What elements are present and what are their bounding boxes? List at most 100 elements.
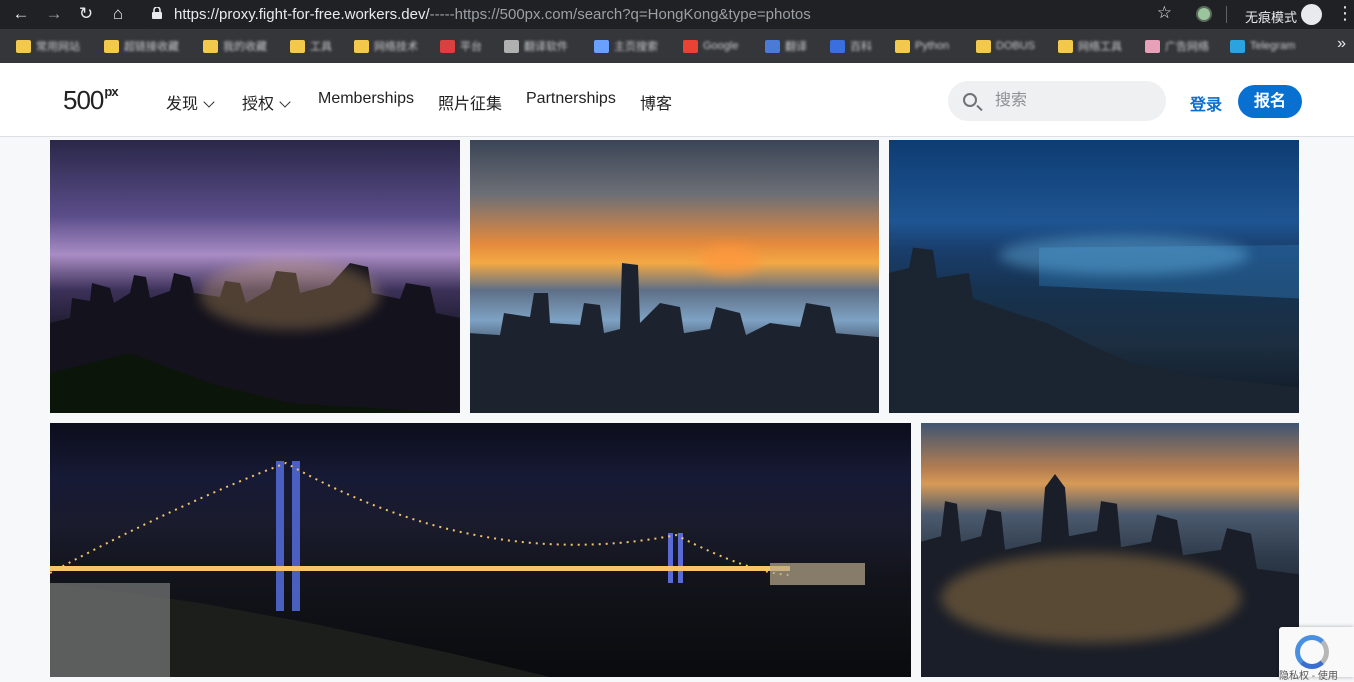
bookmark-item[interactable]: 翻译 — [765, 38, 807, 54]
reload-icon[interactable]: ↻ — [76, 4, 96, 24]
bookmark-folder-icon — [976, 39, 991, 53]
bookmark-label: 翻译软件 — [524, 41, 568, 53]
bookmark-label: Google — [703, 40, 739, 52]
bookmark-star-icon[interactable]: ☆ — [1157, 3, 1172, 23]
toolbar-divider — [1226, 6, 1227, 23]
back-icon[interactable]: ← — [11, 4, 31, 24]
bookmark-item[interactable]: 百科 — [830, 38, 872, 54]
bookmark-folder-icon — [440, 39, 455, 53]
bookmark-label: 工具 — [310, 41, 332, 53]
incognito-icon[interactable] — [1301, 4, 1322, 25]
bookmark-folder-icon — [1230, 39, 1245, 53]
bookmark-item[interactable]: Python — [895, 38, 949, 54]
harbour-lights — [999, 235, 1249, 275]
bookmark-item[interactable]: DOBUS — [976, 38, 1035, 54]
recaptcha-badge[interactable]: 隐私权 - 使用 — [1279, 627, 1354, 682]
bookmark-label: 常用网站 — [36, 41, 80, 53]
bookmark-folder-icon — [830, 39, 845, 53]
photo-tile[interactable] — [889, 140, 1299, 413]
site-logo[interactable]: 500px — [63, 84, 119, 116]
bookmark-folder-icon — [683, 39, 698, 53]
bookmark-label: Telegram — [1250, 40, 1296, 52]
bookmark-item[interactable]: 网络技术 — [354, 38, 418, 54]
bookmark-label: DOBUS — [996, 40, 1036, 52]
url-path: -----https://500px.com/search?q=HongKong… — [429, 6, 811, 23]
bookmark-label: 网络技术 — [374, 41, 418, 53]
bookmark-folder-icon — [104, 39, 119, 53]
bookmark-folder-icon — [16, 39, 31, 53]
address-bar[interactable]: https://proxy.fight-for-free.workers.dev… — [140, 2, 1186, 26]
bookmark-label: 百科 — [850, 41, 872, 53]
bookmark-label: 广告网络 — [1165, 41, 1209, 53]
sun-glow — [700, 245, 760, 275]
bookmark-label: 平台 — [460, 41, 482, 53]
nav-photo-quests-label: 照片征集 — [438, 96, 503, 113]
nav-discover[interactable]: 发现 — [166, 90, 215, 114]
bookmark-folder-icon — [504, 39, 519, 53]
bookmark-item[interactable]: 工具 — [290, 38, 332, 54]
bookmark-label: Python — [915, 40, 950, 52]
nav-blog[interactable]: 博客 — [640, 90, 672, 114]
nav-partnerships[interactable]: Partnerships — [526, 90, 616, 108]
bookmark-item[interactable]: Google — [683, 38, 738, 54]
chevron-down-icon — [203, 96, 215, 108]
bookmark-label: 我的收藏 — [223, 41, 267, 53]
recaptcha-icon — [1295, 635, 1329, 669]
browser-toolbar: ← → ↻ ⌂ https://proxy.fight-for-free.wor… — [0, 0, 1354, 29]
bookmark-folder-icon — [594, 39, 609, 53]
bookmark-item[interactable]: 常用网站 — [16, 38, 80, 54]
recaptcha-links[interactable]: 隐私权 - 使用 — [1279, 667, 1338, 682]
search-box — [948, 81, 1166, 121]
home-icon[interactable]: ⌂ — [108, 4, 128, 24]
extension-icon[interactable] — [1196, 6, 1212, 22]
bookmark-folder-icon — [354, 39, 369, 53]
nav-memberships-label: Memberships — [318, 90, 415, 107]
menu-icon[interactable]: ⋮ — [1336, 3, 1354, 23]
forward-icon[interactable]: → — [44, 4, 64, 24]
bookmark-item[interactable]: 主页搜索 — [594, 38, 658, 54]
bookmark-folder-icon — [895, 39, 910, 53]
bookmark-label: 翻译 — [785, 41, 807, 53]
logo-sup: px — [104, 84, 118, 100]
url-text: https://proxy.fight-for-free.workers.dev… — [174, 6, 811, 23]
bookmark-folder-icon — [1145, 39, 1160, 53]
nav-licensing-label: 授权 — [242, 96, 275, 113]
bridge-graphic — [50, 461, 865, 677]
photo-tile[interactable] — [50, 140, 460, 413]
bookmark-item[interactable]: 广告网络 — [1145, 38, 1209, 54]
bookmark-item[interactable]: 网络工具 — [1058, 38, 1122, 54]
nav-discover-label: 发现 — [166, 96, 199, 113]
signup-button[interactable]: 报名 — [1238, 85, 1302, 118]
lock-icon — [152, 7, 162, 19]
bookmarks-overflow-icon[interactable]: » — [1337, 35, 1346, 53]
skyline-graphic — [470, 262, 879, 413]
bookmark-item[interactable]: 翻译软件 — [504, 38, 568, 54]
nav-photo-quests[interactable]: 照片征集 — [438, 90, 502, 114]
bookmark-item[interactable]: 超链接收藏 — [104, 38, 179, 54]
login-link[interactable]: 登录 — [1190, 91, 1222, 115]
bookmark-folder-icon — [290, 39, 305, 53]
chevron-down-icon — [279, 96, 291, 108]
search-input[interactable] — [995, 90, 1155, 112]
search-icon[interactable] — [963, 93, 977, 107]
nav-partnerships-label: Partnerships — [526, 90, 616, 107]
nav-blog-label: 博客 — [640, 96, 673, 113]
photo-tile[interactable] — [921, 423, 1299, 677]
incognito-label: 无痕模式 — [1245, 10, 1298, 25]
bookmark-folder-icon — [203, 39, 218, 53]
url-host: https://proxy.fight-for-free.workers.dev… — [174, 6, 430, 23]
site-header: 500px 发现 授权 Memberships 照片征集 Partnership… — [0, 63, 1354, 137]
city-lights — [941, 553, 1241, 643]
nav-memberships[interactable]: Memberships — [318, 90, 414, 108]
bookmark-item[interactable]: 我的收藏 — [203, 38, 267, 54]
photo-tile[interactable] — [50, 423, 911, 677]
bookmark-label: 网络工具 — [1078, 41, 1122, 53]
bookmark-folder-icon — [1058, 39, 1073, 53]
bookmark-item[interactable]: Telegram — [1230, 38, 1295, 54]
bookmark-label: 超链接收藏 — [124, 41, 179, 53]
photo-tile[interactable] — [470, 140, 879, 413]
bookmark-item[interactable]: 平台 — [440, 38, 482, 54]
nav-licensing[interactable]: 授权 — [242, 90, 291, 114]
bookmark-folder-icon — [765, 39, 780, 53]
bookmark-label: 主页搜索 — [614, 41, 658, 53]
